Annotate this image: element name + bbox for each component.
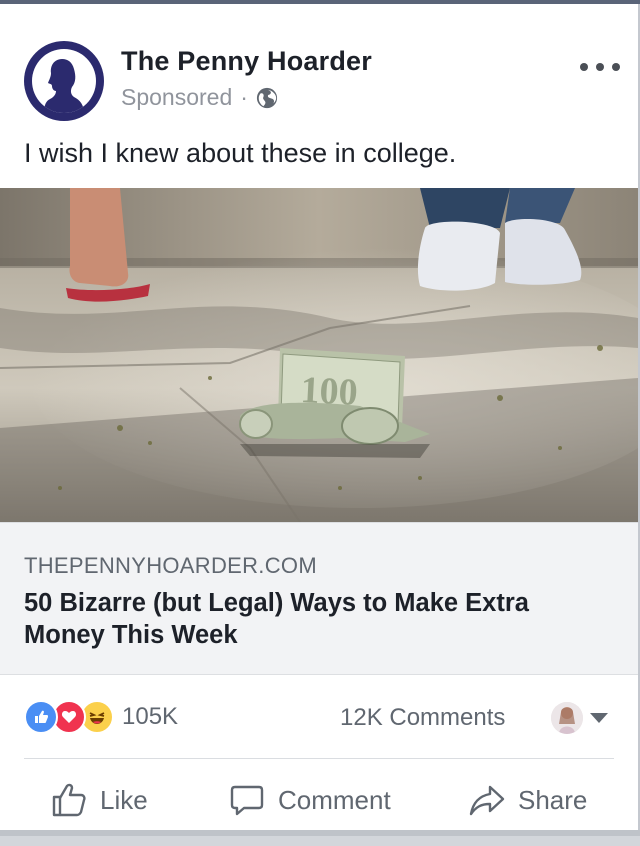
page-name[interactable]: The Penny Hoarder xyxy=(121,46,372,77)
link-domain: THEPENNYHOARDER.COM xyxy=(24,553,317,578)
silhouette-icon xyxy=(44,59,84,113)
globe-icon[interactable] xyxy=(256,87,278,109)
bottom-edge xyxy=(0,830,640,846)
post-image[interactable]: 100 xyxy=(0,188,638,522)
comment-button[interactable]: Comment xyxy=(228,774,391,826)
like-reaction-icon xyxy=(24,700,58,734)
reaction-count: 105K xyxy=(122,703,179,730)
viewer-avatar[interactable] xyxy=(551,702,583,734)
share-label: Share xyxy=(518,784,588,815)
share-arrow-icon xyxy=(469,785,505,816)
share-button[interactable]: Share xyxy=(468,774,587,826)
link-title[interactable]: 50 Bizarre (but Legal) Ways to Make Extr… xyxy=(24,587,614,651)
page-avatar[interactable] xyxy=(24,41,104,121)
more-options-icon[interactable] xyxy=(580,61,620,73)
like-button[interactable]: Like xyxy=(50,774,148,826)
comments-count[interactable]: 12K Comments xyxy=(340,704,505,732)
sponsored-post-card: The Penny Hoarder Sponsored · I wish I k… xyxy=(0,4,640,830)
sponsored-row: Sponsored · xyxy=(121,84,278,111)
post-message: I wish I knew about these in college. xyxy=(24,138,457,168)
comment-bubble-icon xyxy=(230,785,264,816)
link-preview[interactable]: THEPENNYHOARDER.COM 50 Bizarre (but Lega… xyxy=(0,522,638,675)
thumbs-up-icon xyxy=(52,783,86,817)
reactions-summary[interactable]: 105K xyxy=(24,700,179,734)
separator: · xyxy=(240,84,248,110)
divider xyxy=(24,758,614,759)
comment-label: Comment xyxy=(278,784,391,815)
money-on-pavement-image: 100 xyxy=(0,188,638,522)
post-actions: Like Comment Share xyxy=(0,774,638,826)
like-label: Like xyxy=(100,784,148,815)
chevron-down-icon[interactable] xyxy=(590,713,608,723)
sponsored-label[interactable]: Sponsored xyxy=(121,84,232,111)
